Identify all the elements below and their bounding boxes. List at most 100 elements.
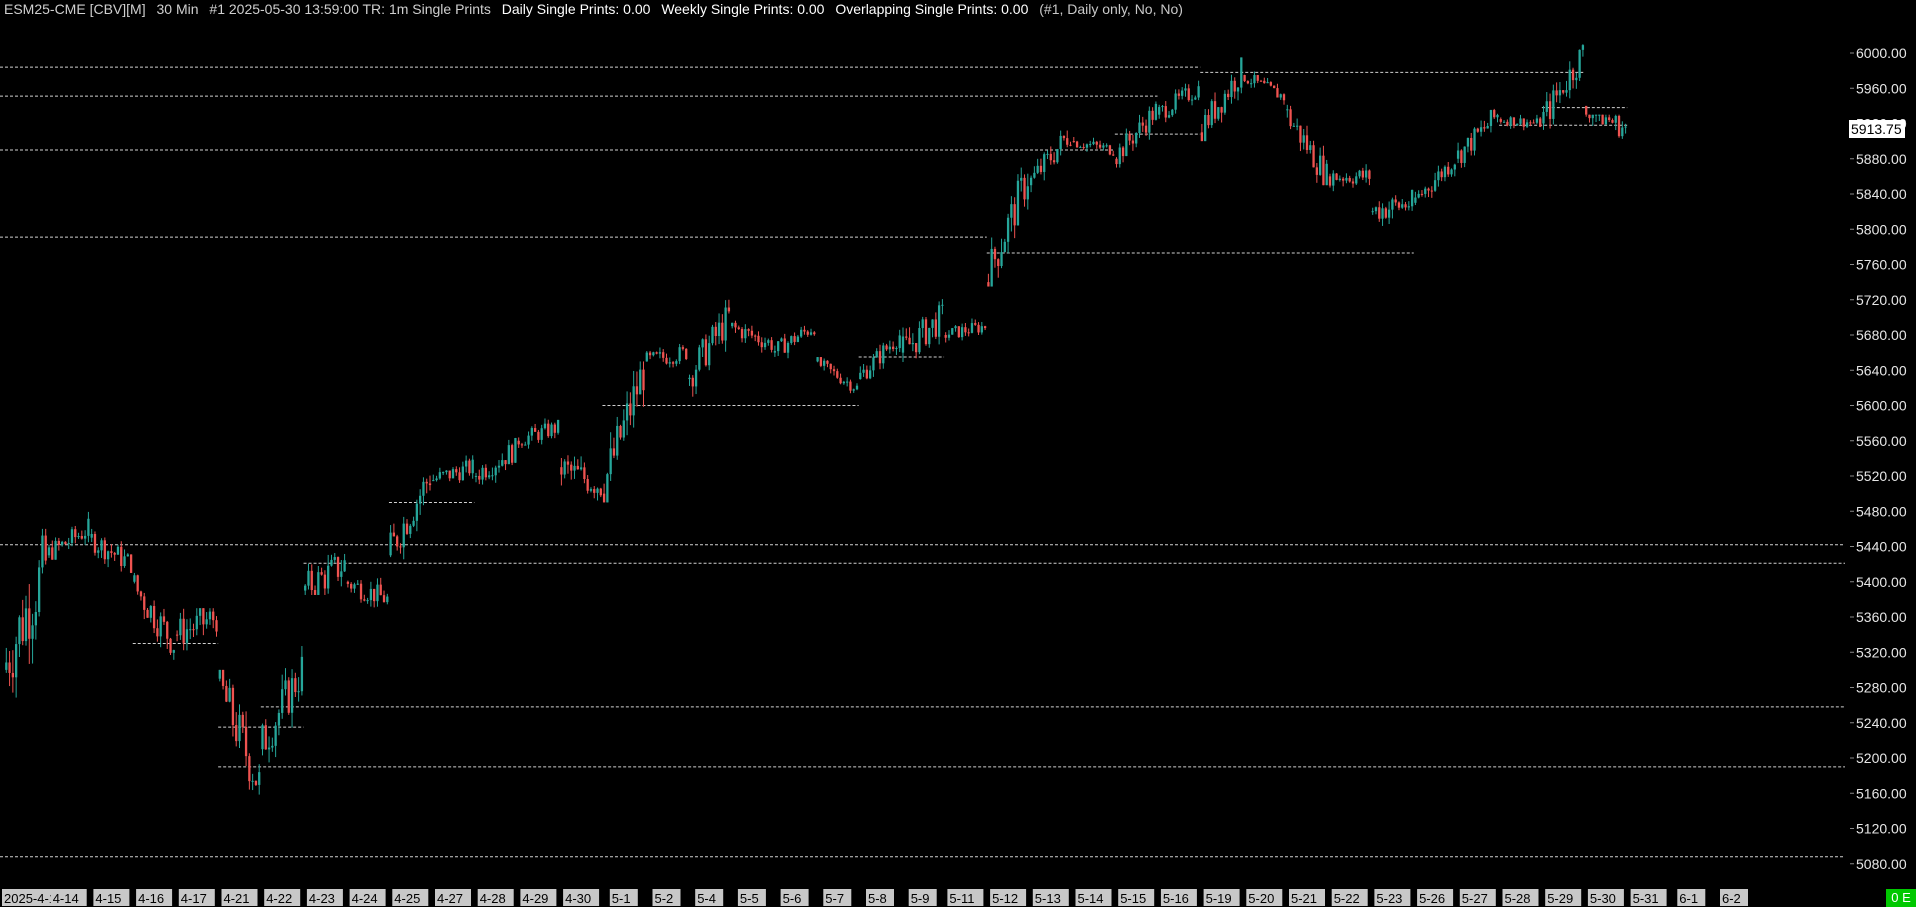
x-axis-date-label[interactable]: 4-30 bbox=[565, 891, 591, 906]
x-axis-date-label[interactable]: 4-22 bbox=[266, 891, 292, 906]
y-tick-label: 5320.00 bbox=[1856, 644, 1907, 660]
x-axis-date-label[interactable]: 4-27 bbox=[437, 891, 463, 906]
candle-body bbox=[602, 493, 606, 503]
x-axis-date-label[interactable]: 5-20 bbox=[1248, 891, 1274, 906]
candle-body bbox=[1496, 114, 1499, 118]
candle-body bbox=[1023, 177, 1026, 200]
x-axis-date-label[interactable]: 5-30 bbox=[1590, 891, 1616, 906]
candle-body bbox=[67, 542, 70, 545]
candle-body bbox=[409, 525, 412, 534]
x-axis-date-label[interactable]: 4-23 bbox=[309, 891, 335, 906]
x-axis-date-label[interactable]: 5-15 bbox=[1120, 891, 1146, 906]
x-axis-date-label[interactable]: 4-14 bbox=[53, 891, 79, 906]
status-badge[interactable]: 0 E bbox=[1886, 889, 1916, 907]
candle-body bbox=[333, 557, 336, 560]
x-axis-date-label[interactable]: 5-11 bbox=[949, 891, 974, 906]
candle-body bbox=[481, 467, 484, 480]
x-axis-date-label[interactable]: 5-26 bbox=[1419, 891, 1445, 906]
x-axis-date-label[interactable]: 4-15 bbox=[95, 891, 121, 906]
candle-body bbox=[1355, 176, 1358, 184]
x-axis-date-label[interactable]: 5-13 bbox=[1035, 891, 1061, 906]
x-axis-date-label[interactable]: 4-25 bbox=[394, 891, 420, 906]
candle-body bbox=[514, 438, 517, 463]
candle-body bbox=[727, 307, 731, 312]
candle-body bbox=[1299, 125, 1302, 143]
x-axis-date-label[interactable]: 5-12 bbox=[992, 891, 1018, 906]
x-axis-date-label[interactable]: 4-29 bbox=[522, 891, 548, 906]
candle-body bbox=[1135, 133, 1138, 144]
candle-body bbox=[1397, 202, 1401, 208]
candle-body bbox=[737, 327, 740, 329]
price-chart[interactable]: 6000.005960.005920.005880.005840.005800.… bbox=[0, 0, 1916, 907]
candle-body bbox=[1456, 150, 1460, 159]
candle-body bbox=[80, 536, 83, 539]
candle-body bbox=[1246, 81, 1250, 84]
candle-body bbox=[1401, 204, 1404, 208]
candle-body bbox=[386, 596, 389, 603]
candle-body bbox=[826, 360, 829, 364]
candle-body bbox=[1263, 80, 1266, 84]
candle-body bbox=[1542, 111, 1545, 124]
x-axis-date-label[interactable]: 6-2 bbox=[1722, 891, 1741, 906]
candle-body bbox=[941, 304, 944, 306]
candle-body bbox=[448, 470, 451, 479]
x-axis-date-label[interactable]: 4-17 bbox=[181, 891, 207, 906]
x-axis-date-label[interactable]: 5-14 bbox=[1078, 891, 1104, 906]
candle-body bbox=[983, 326, 987, 329]
candle-body bbox=[760, 342, 763, 348]
x-axis-date-label[interactable]: 5-6 bbox=[783, 891, 802, 906]
candle-body bbox=[1312, 145, 1315, 168]
candle-body bbox=[1493, 110, 1496, 118]
x-axis-date-label[interactable]: 4-21 bbox=[224, 891, 250, 906]
candle-body bbox=[629, 403, 632, 416]
x-axis-date-label[interactable]: 4-28 bbox=[480, 891, 506, 906]
candle-body bbox=[855, 385, 859, 390]
candle-body bbox=[1539, 118, 1542, 127]
candle-body bbox=[1608, 117, 1611, 121]
candle-body bbox=[323, 574, 327, 589]
x-axis-date-label[interactable]: 5-19 bbox=[1206, 891, 1232, 906]
x-axis-date-label[interactable]: 5-22 bbox=[1334, 891, 1360, 906]
x-axis-date-label[interactable]: 4-16 bbox=[138, 891, 164, 906]
candle-body bbox=[1558, 90, 1562, 96]
x-axis-date-label[interactable]: 5-1 bbox=[612, 891, 631, 906]
x-axis-date-label[interactable]: 5-16 bbox=[1163, 891, 1189, 906]
x-axis-date-label[interactable]: 5-28 bbox=[1505, 891, 1531, 906]
x-axis-date-label[interactable]: 4-24 bbox=[352, 891, 378, 906]
candle-body bbox=[655, 352, 658, 354]
candle-body bbox=[1066, 138, 1069, 145]
candle-body bbox=[754, 335, 757, 337]
candle-body bbox=[294, 678, 297, 693]
candle-body bbox=[773, 351, 777, 353]
x-axis-date-label[interactable]: 5-27 bbox=[1462, 891, 1488, 906]
x-axis-date-label[interactable]: 5-2 bbox=[655, 891, 674, 906]
x-axis-date-label[interactable]: 5-21 bbox=[1291, 891, 1317, 906]
x-axis-date-label[interactable]: 5-9 bbox=[911, 891, 930, 906]
candle-body bbox=[665, 357, 668, 364]
candle-body bbox=[1476, 128, 1479, 132]
candle-body bbox=[133, 575, 136, 582]
overlapping-single-prints-label: Overlapping Single Prints: 0.00 bbox=[835, 1, 1029, 17]
x-axis-date-label[interactable]: 5-7 bbox=[825, 891, 844, 906]
x-axis-date-label[interactable]: 5-23 bbox=[1376, 891, 1402, 906]
x-axis-date-label[interactable]: 5-31 bbox=[1633, 891, 1659, 906]
candle-body bbox=[504, 460, 507, 465]
candle-body bbox=[501, 460, 504, 466]
candle-body bbox=[553, 424, 556, 433]
candle-body bbox=[1003, 241, 1006, 253]
chart-header: ESM25-CME [CBV][M] 30 Min #1 2025-05-30 … bbox=[4, 0, 1190, 18]
x-axis-date-label[interactable]: 5-8 bbox=[868, 891, 887, 906]
candle-body bbox=[313, 590, 317, 595]
candle-body bbox=[540, 428, 543, 440]
candle-body bbox=[1450, 169, 1453, 175]
candle-body bbox=[376, 584, 379, 602]
candle-body bbox=[297, 691, 300, 693]
x-axis-date-label[interactable]: 5-5 bbox=[740, 891, 759, 906]
x-axis-date-label[interactable]: 5-29 bbox=[1547, 891, 1573, 906]
candle-body bbox=[1545, 101, 1548, 112]
candle-body bbox=[396, 536, 399, 547]
x-axis-date-label[interactable]: 6-1 bbox=[1679, 891, 1698, 906]
x-axis-date-label[interactable]: 5-4 bbox=[697, 891, 716, 906]
candle-body bbox=[1460, 150, 1463, 163]
y-tick-label: 5840.00 bbox=[1856, 186, 1907, 202]
